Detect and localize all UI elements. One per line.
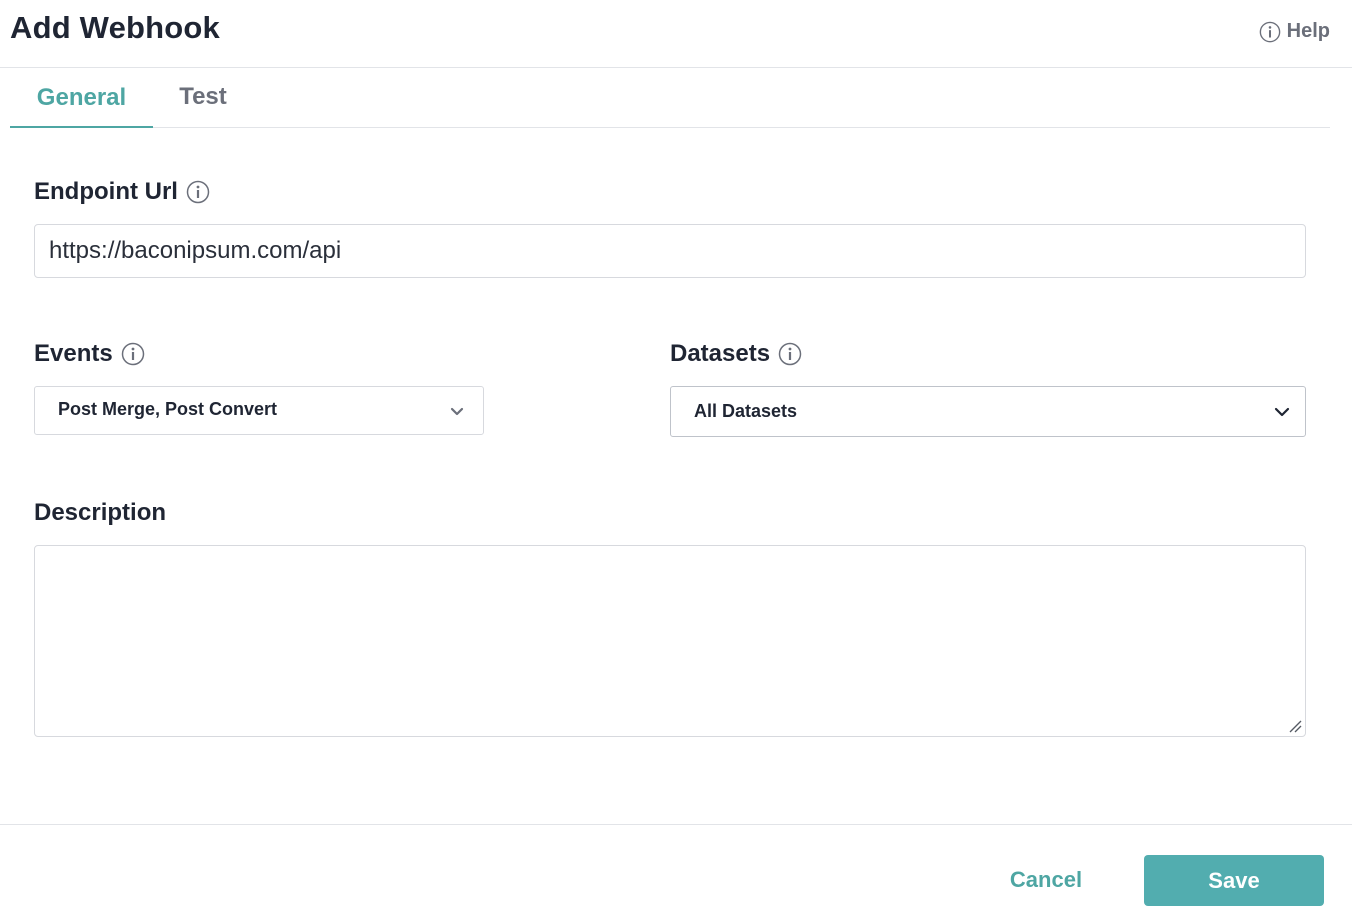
tab-general[interactable]: General bbox=[10, 68, 153, 128]
chevron-down-icon bbox=[450, 407, 464, 416]
description-label-text: Description bbox=[34, 499, 167, 526]
endpoint-url-input[interactable] bbox=[34, 224, 1306, 278]
description-label: Description bbox=[34, 499, 166, 527]
description-textarea[interactable] bbox=[34, 545, 1306, 737]
events-selected-value: Post Merge, Post Convert bbox=[58, 399, 278, 419]
page-title: Add Webhook bbox=[10, 10, 220, 45]
tab-test[interactable]: Test bbox=[163, 68, 243, 128]
save-button[interactable]: Save bbox=[1144, 855, 1324, 906]
chevron-down-icon bbox=[1274, 407, 1290, 417]
info-circle-icon[interactable] bbox=[186, 180, 210, 204]
modal-footer: Cancel Save bbox=[0, 824, 1352, 924]
endpoint-url-label: Endpoint Url bbox=[34, 178, 210, 206]
info-circle-icon bbox=[1259, 21, 1280, 42]
help-link[interactable]: Help bbox=[1259, 20, 1330, 43]
datasets-select[interactable]: All Datasets bbox=[670, 386, 1306, 437]
info-circle-icon[interactable] bbox=[778, 342, 802, 366]
datasets-label: Datasets bbox=[670, 340, 802, 368]
events-label: Events bbox=[34, 340, 145, 368]
cancel-button[interactable]: Cancel bbox=[986, 855, 1106, 905]
events-select[interactable]: Post Merge, Post Convert bbox=[34, 386, 484, 435]
datasets-selected-value: All Datasets bbox=[694, 401, 798, 421]
tab-bar: General Test bbox=[10, 68, 1330, 128]
datasets-label-text: Datasets bbox=[670, 340, 771, 367]
endpoint-url-label-text: Endpoint Url bbox=[34, 178, 178, 205]
events-label-text: Events bbox=[34, 340, 113, 367]
modal-header: Add Webhook Help bbox=[0, 0, 1352, 68]
resize-handle-icon[interactable] bbox=[1288, 719, 1302, 733]
info-circle-icon[interactable] bbox=[121, 342, 145, 366]
help-label: Help bbox=[1286, 20, 1330, 42]
